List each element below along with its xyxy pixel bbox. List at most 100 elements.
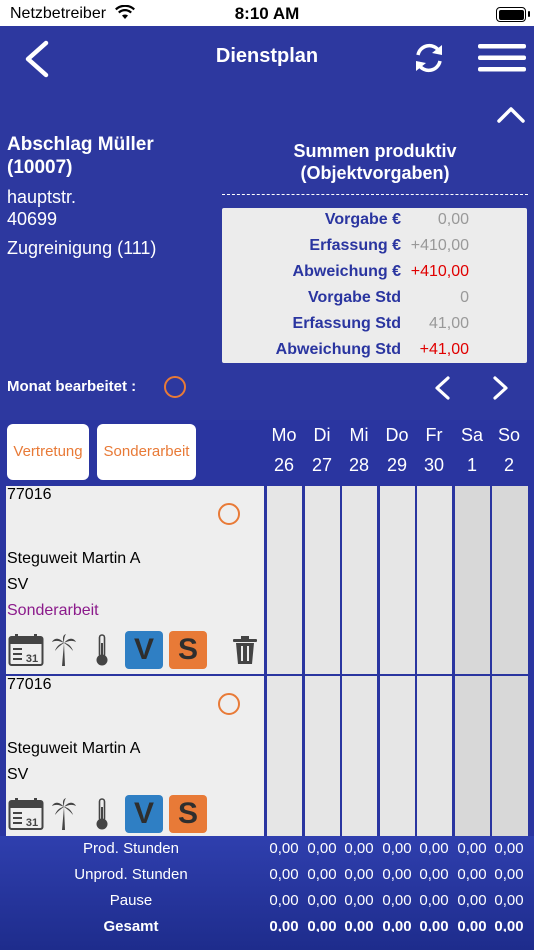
day-name: Do (385, 425, 409, 445)
collapse-chevron-icon[interactable] (496, 106, 526, 124)
day-cell[interactable] (267, 676, 302, 836)
totals-label: Pause (109, 892, 153, 909)
palm-tree-icon[interactable] (51, 797, 77, 831)
totals-value: 0,00 (419, 866, 449, 883)
day-name: Sa (460, 425, 484, 445)
day-cell[interactable] (305, 486, 340, 674)
day-number: 1 (466, 455, 477, 475)
day-cell[interactable] (267, 486, 302, 674)
totals-value: 0,00 (494, 866, 524, 883)
totals-value: 0,00 (269, 840, 299, 857)
employee-code: 77016 (7, 486, 52, 503)
employee-name: Steguweit Martin A (7, 550, 141, 567)
summary-row: Erfassung Std 41,00 (222, 312, 527, 338)
day-cell[interactable] (305, 676, 340, 836)
menu-icon[interactable] (478, 44, 526, 72)
next-week-icon[interactable] (491, 375, 511, 401)
v-button[interactable]: V (125, 631, 163, 669)
object-id: (10007) (7, 157, 73, 178)
totals-value: 0,00 (307, 866, 337, 883)
summary-title: Summen produktiv (Objektvorgaben) (222, 140, 528, 184)
employee-status-toggle[interactable] (218, 693, 240, 715)
s-button[interactable]: S (169, 631, 207, 669)
prev-week-icon[interactable] (432, 375, 452, 401)
day-number: 27 (311, 455, 333, 475)
day-number: 28 (348, 455, 370, 475)
summary-title-line1: Summen produktiv (293, 141, 457, 161)
totals-value: 0,00 (307, 892, 337, 909)
day-name: Fr (425, 425, 443, 445)
thermometer-icon[interactable] (94, 633, 110, 667)
summary-label: Vorgabe € (324, 211, 401, 228)
totals-value: 0,00 (382, 892, 412, 909)
totals-value: 0,00 (457, 840, 487, 857)
totals-value: 0,00 (344, 892, 374, 909)
palm-tree-icon[interactable] (51, 633, 77, 667)
employee-name: Steguweit Martin A (7, 740, 141, 757)
employee-row: 77016 Steguweit Martin A SV Sonderarbeit… (6, 486, 264, 674)
totals-value: 0,00 (269, 866, 299, 883)
status-bar: Netzbetreiber 8:10 AM (0, 0, 534, 26)
calendar-icon[interactable]: 31 (8, 797, 44, 831)
day-number: 30 (423, 455, 445, 475)
trash-icon[interactable] (232, 635, 258, 665)
day-cell[interactable] (417, 676, 452, 836)
calendar-icon[interactable]: 31 (8, 633, 44, 667)
vertretung-button[interactable]: Vertretung (7, 424, 89, 480)
employee-role: SV (7, 766, 29, 783)
day-cell[interactable] (380, 486, 415, 674)
totals-label: Unprod. Stunden (74, 866, 188, 883)
month-edited-toggle[interactable] (164, 376, 186, 398)
day-cell[interactable] (455, 486, 490, 674)
v-button[interactable]: V (125, 795, 163, 833)
totals-footer: Prod. Stunden 0,00 0,00 0,00 0,00 0,00 0… (0, 836, 534, 950)
svg-text:31: 31 (26, 817, 38, 829)
totals-row: Gesamt 0,00 0,00 0,00 0,00 0,00 0,00 0,0… (0, 914, 534, 932)
day-cell[interactable] (417, 486, 452, 674)
summary-label: Abweichung € (292, 263, 401, 280)
summary-row: Vorgabe Std 0 (222, 286, 527, 312)
employee-status-toggle[interactable] (218, 503, 240, 525)
object-name: Abschlag Müller (7, 134, 154, 155)
totals-value: 0,00 (494, 918, 524, 932)
totals-value: 0,00 (269, 918, 299, 932)
totals-value: 0,00 (344, 866, 374, 883)
totals-value: 0,00 (457, 918, 487, 932)
day-cell[interactable] (380, 676, 415, 836)
totals-value: 0,00 (307, 840, 337, 857)
totals-value: 0,00 (419, 892, 449, 909)
day-cell[interactable] (492, 486, 528, 674)
day-name: Mi (349, 425, 369, 445)
totals-value: 0,00 (382, 866, 412, 883)
employee-code: 77016 (7, 676, 52, 693)
day-name: Di (313, 425, 331, 445)
day-cell[interactable] (455, 676, 490, 836)
refresh-icon[interactable] (412, 41, 446, 75)
summary-value: 0,00 (437, 211, 469, 228)
summary-table: Vorgabe € 0,00 Erfassung € +410,00 Abwei… (222, 208, 527, 363)
totals-row: Unprod. Stunden 0,00 0,00 0,00 0,00 0,00… (0, 862, 534, 888)
day-cell[interactable] (342, 486, 377, 674)
summary-title-line2: (Objektvorgaben) (300, 163, 450, 183)
totals-value: 0,00 (344, 840, 374, 857)
summary-label: Erfassung Std (292, 315, 401, 332)
totals-value: 0,00 (382, 840, 412, 857)
s-button[interactable]: S (169, 795, 207, 833)
employee-note: Sonderarbeit (7, 602, 99, 619)
thermometer-icon[interactable] (94, 797, 110, 831)
page-title: Dienstplan (215, 45, 319, 67)
totals-value: 0,00 (419, 840, 449, 857)
object-info: Abschlag Müller (10007) (7, 133, 154, 179)
summary-value: +410,00 (410, 237, 469, 254)
summary-label: Erfassung € (309, 237, 401, 254)
summary-divider (222, 194, 528, 195)
summary-value: +410,00 (410, 263, 469, 280)
battery-icon (496, 7, 530, 22)
svg-text:31: 31 (26, 653, 38, 665)
day-cell[interactable] (492, 676, 528, 836)
totals-label: Gesamt (103, 918, 159, 932)
day-number: 26 (273, 455, 295, 475)
day-cell[interactable] (342, 676, 377, 836)
sonderarbeit-button[interactable]: Sonderarbeit (97, 424, 196, 480)
day-number: 2 (503, 455, 514, 475)
